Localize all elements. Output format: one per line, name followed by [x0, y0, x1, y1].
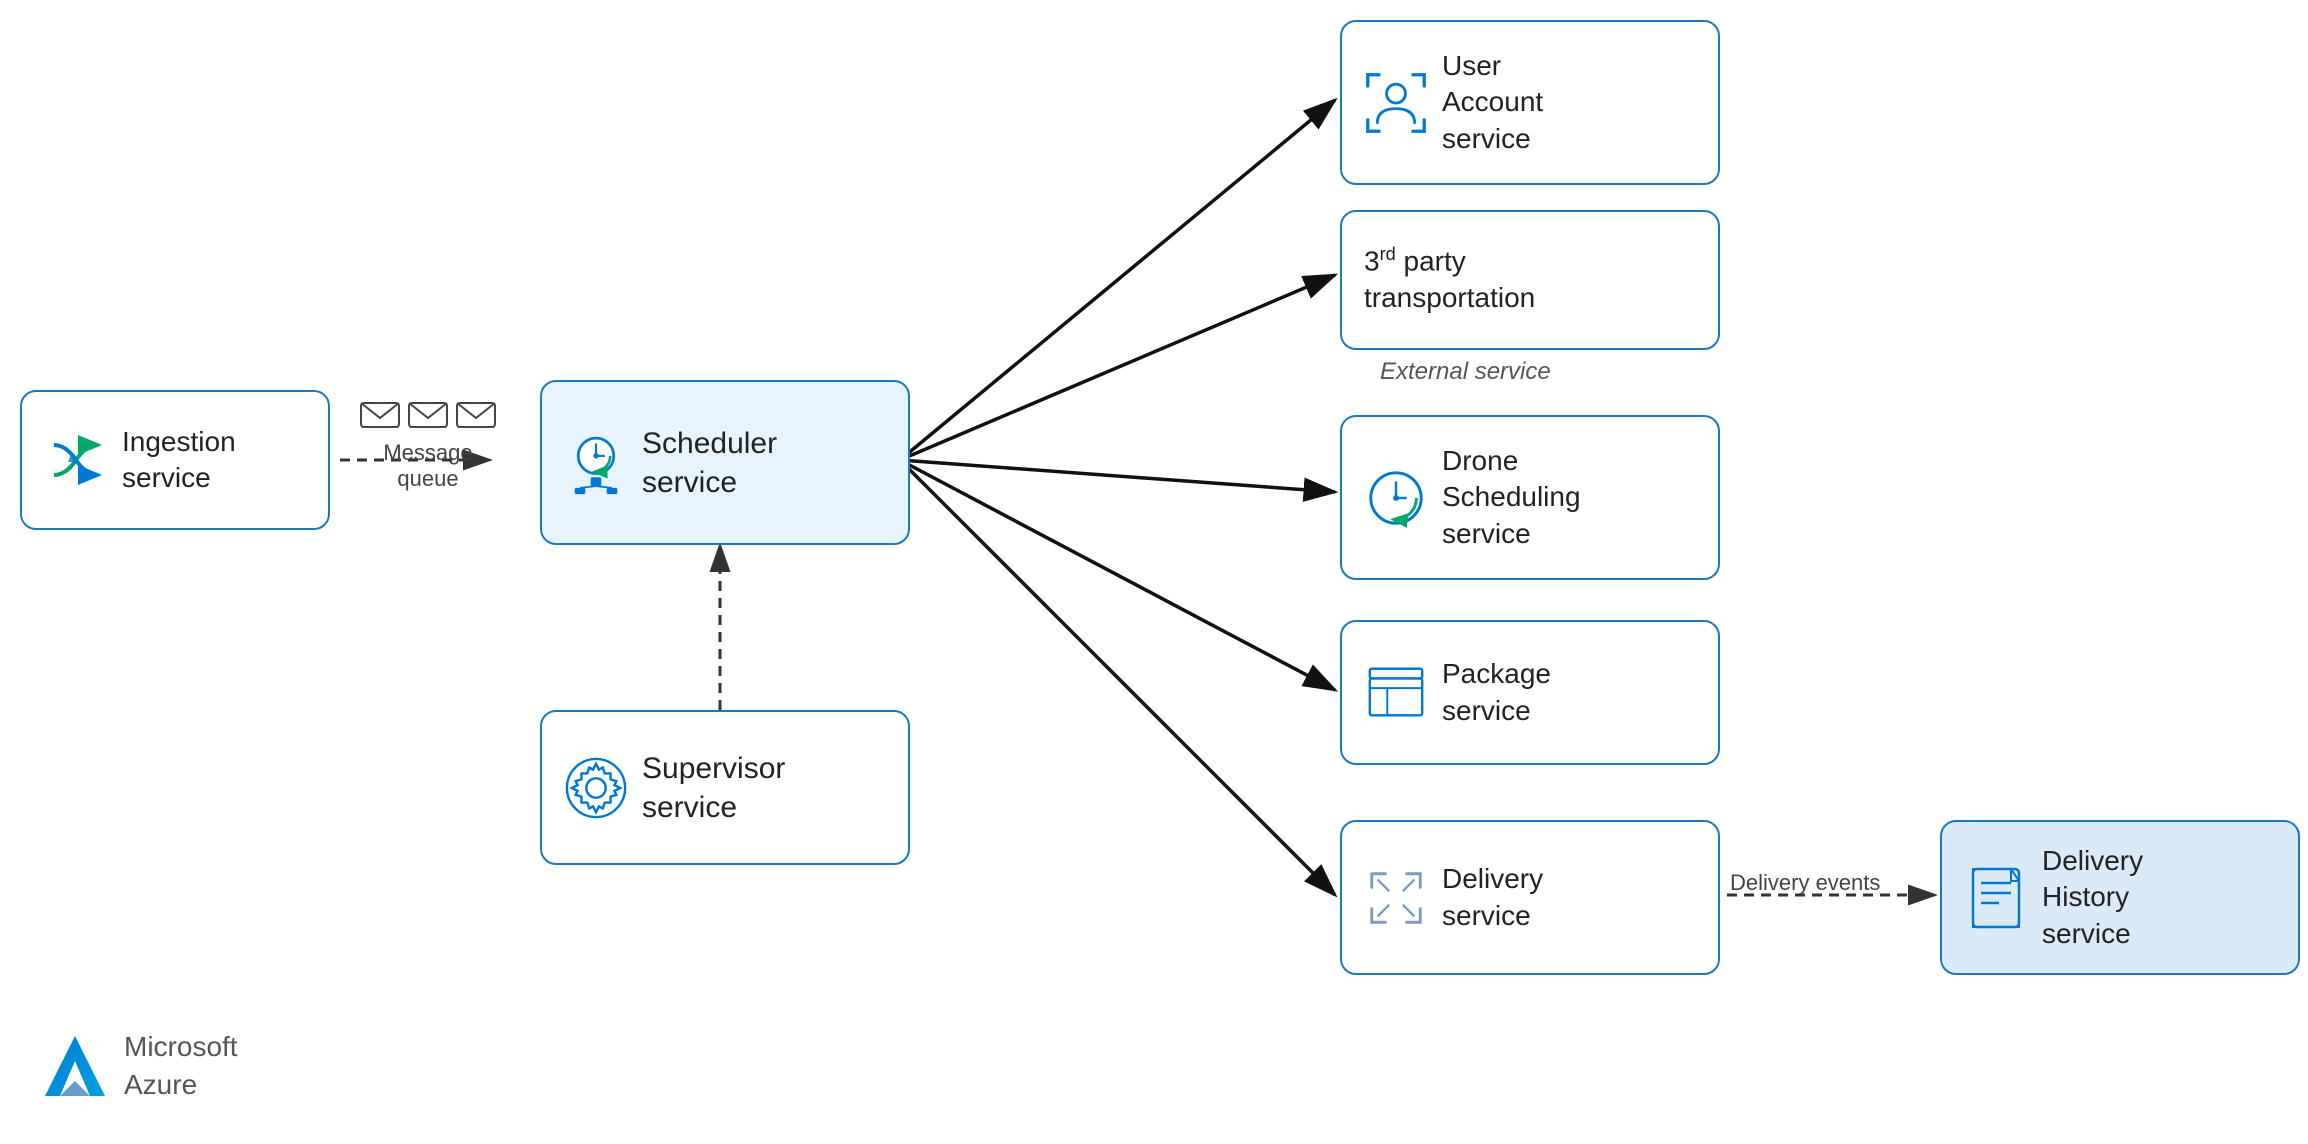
- package-service-box: Package service: [1340, 620, 1720, 765]
- drone-scheduling-service-box: Drone Scheduling service: [1340, 415, 1720, 580]
- package-icon: [1364, 661, 1428, 725]
- scheduler-service-label: Scheduler service: [642, 424, 777, 502]
- scheduler-service-box: Scheduler service: [540, 380, 910, 545]
- message-queue: Message queue: [360, 400, 496, 492]
- envelope-icon-3: [456, 400, 496, 430]
- delivery-history-service-label: Delivery History service: [2042, 843, 2143, 952]
- delivery-events-label: Delivery events: [1730, 870, 1880, 896]
- third-party-box: 3rd party transportation: [1340, 210, 1720, 350]
- queue-icons-row: [360, 400, 496, 430]
- delivery-service-label: Delivery service: [1442, 861, 1543, 934]
- delivery-service-box: Delivery service: [1340, 820, 1720, 975]
- user-account-icon: [1364, 71, 1428, 135]
- delivery-history-icon: [1964, 866, 2028, 930]
- azure-logo-icon: [40, 1031, 110, 1101]
- ingestion-service-label: Ingestion service: [122, 424, 236, 497]
- package-service-label: Package service: [1442, 656, 1551, 729]
- drone-scheduling-icon: [1364, 466, 1428, 530]
- external-service-label: External service: [1380, 358, 1551, 386]
- third-party-label: 3rd party transportation: [1364, 243, 1696, 316]
- envelope-icon-1: [360, 400, 400, 430]
- envelope-icon-2: [408, 400, 448, 430]
- drone-scheduling-service-label: Drone Scheduling service: [1442, 443, 1581, 552]
- supervisor-service-label: Supervisor service: [642, 749, 785, 827]
- message-queue-label: Message queue: [383, 440, 472, 492]
- user-account-service-box: User Account service: [1340, 20, 1720, 185]
- ingestion-service-box: Ingestion service: [20, 390, 330, 530]
- ingestion-icon: [44, 428, 108, 492]
- azure-logo-text: MicrosoftAzure: [124, 1028, 238, 1104]
- user-account-service-label: User Account service: [1442, 48, 1543, 157]
- diagram-container: Ingestion service Message queue: [0, 0, 2308, 1144]
- supervisor-icon: [564, 756, 628, 820]
- delivery-history-service-box: Delivery History service: [1940, 820, 2300, 975]
- delivery-icon: [1364, 866, 1428, 930]
- scheduler-icon: [564, 431, 628, 495]
- supervisor-service-box: Supervisor service: [540, 710, 910, 865]
- azure-logo: MicrosoftAzure: [40, 1028, 238, 1104]
